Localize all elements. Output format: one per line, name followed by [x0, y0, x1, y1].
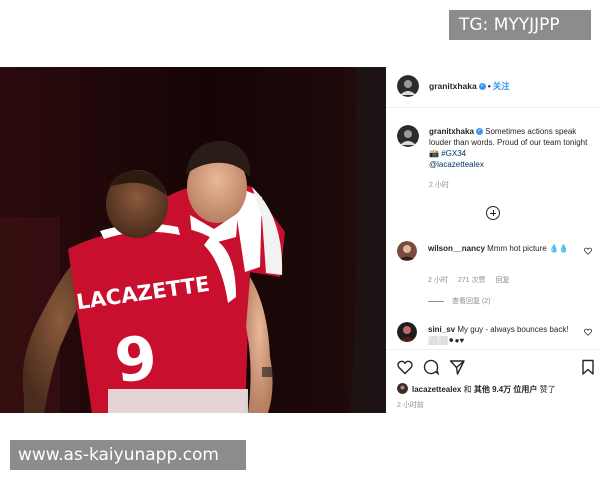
reply-button[interactable]: 回复: [495, 277, 509, 284]
verified-badge-icon: ✓: [478, 83, 486, 91]
load-more-comments-icon[interactable]: [486, 206, 500, 220]
verified-badge-icon: ✓: [475, 128, 483, 136]
caption-username[interactable]: granitxhaka: [429, 127, 474, 136]
comment-text: wilson__nancy Mmm hot picture 💧💧: [428, 243, 578, 254]
share-icon[interactable]: [449, 359, 465, 375]
instagram-post: LACAZETTE 9 granitxhaka ✓ • 关注 granitxhaka ✓…: [0, 67, 600, 413]
bookmark-icon[interactable]: [580, 359, 596, 375]
comment-icon[interactable]: [423, 359, 439, 375]
comment-text: sini_sv My guy - always bounces back! ⬜⬜…: [428, 324, 578, 346]
avatar[interactable]: [397, 125, 419, 147]
comment-meta: 2 小时 271 次赞 回复: [428, 275, 519, 285]
jersey-number: 9: [111, 323, 160, 397]
liked-by-and: 和: [463, 385, 472, 394]
comment-timestamp: 2 小时: [428, 277, 448, 284]
post-timestamp: 2 小时前: [397, 402, 424, 409]
liked-by-others[interactable]: 其他 9.4万 位用户: [474, 385, 538, 394]
comment-likes[interactable]: 271 次赞: [458, 277, 486, 284]
post-author: granitxhaka ✓ • 关注: [429, 80, 510, 92]
liked-by-suffix: 赞了: [539, 385, 556, 394]
telegram-watermark: TG: MYYJJPP: [449, 10, 591, 40]
site-watermark: www.as-kaiyunapp.com: [10, 440, 246, 470]
liked-by-user[interactable]: lacazettealex: [412, 385, 461, 394]
comment-username[interactable]: sini_sv: [428, 325, 455, 334]
post-side-panel: granitxhaka ✓ • 关注 granitxhaka ✓ Sometimes a…: [386, 67, 600, 413]
post-header: granitxhaka ✓ • 关注: [386, 67, 600, 108]
avatar[interactable]: [397, 383, 408, 394]
view-replies-button[interactable]: 查看回复 (2): [428, 296, 491, 306]
like-comment-icon[interactable]: [584, 328, 592, 336]
hashtag-link[interactable]: #GX34: [441, 149, 466, 158]
football-players-celebrating-image: LACAZETTE 9: [0, 67, 386, 413]
mention-link[interactable]: @lacazettealex: [429, 160, 484, 169]
follow-button[interactable]: 关注: [493, 81, 510, 91]
separator-dot: •: [487, 81, 491, 91]
avatar[interactable]: [397, 241, 417, 261]
liked-by-text: lacazettealex 和 其他 9.4万 位用户 赞了: [412, 384, 556, 395]
comment-body: Mmm hot picture 💧💧: [487, 244, 569, 253]
caption-timestamp: 2 小时: [429, 182, 449, 189]
avatar[interactable]: [397, 75, 419, 97]
like-comment-icon[interactable]: [584, 247, 592, 255]
caption-text: granitxhaka ✓ Sometimes actions speak lou…: [429, 126, 597, 170]
comment-username[interactable]: wilson__nancy: [428, 244, 485, 253]
heart-icon[interactable]: [397, 359, 413, 375]
username-link[interactable]: granitxhaka: [429, 81, 477, 91]
avatar[interactable]: [397, 322, 417, 342]
post-actions: lacazettealex 和 其他 9.4万 位用户 赞了 2 小时前: [386, 349, 600, 414]
post-photo: LACAZETTE 9: [0, 67, 386, 413]
